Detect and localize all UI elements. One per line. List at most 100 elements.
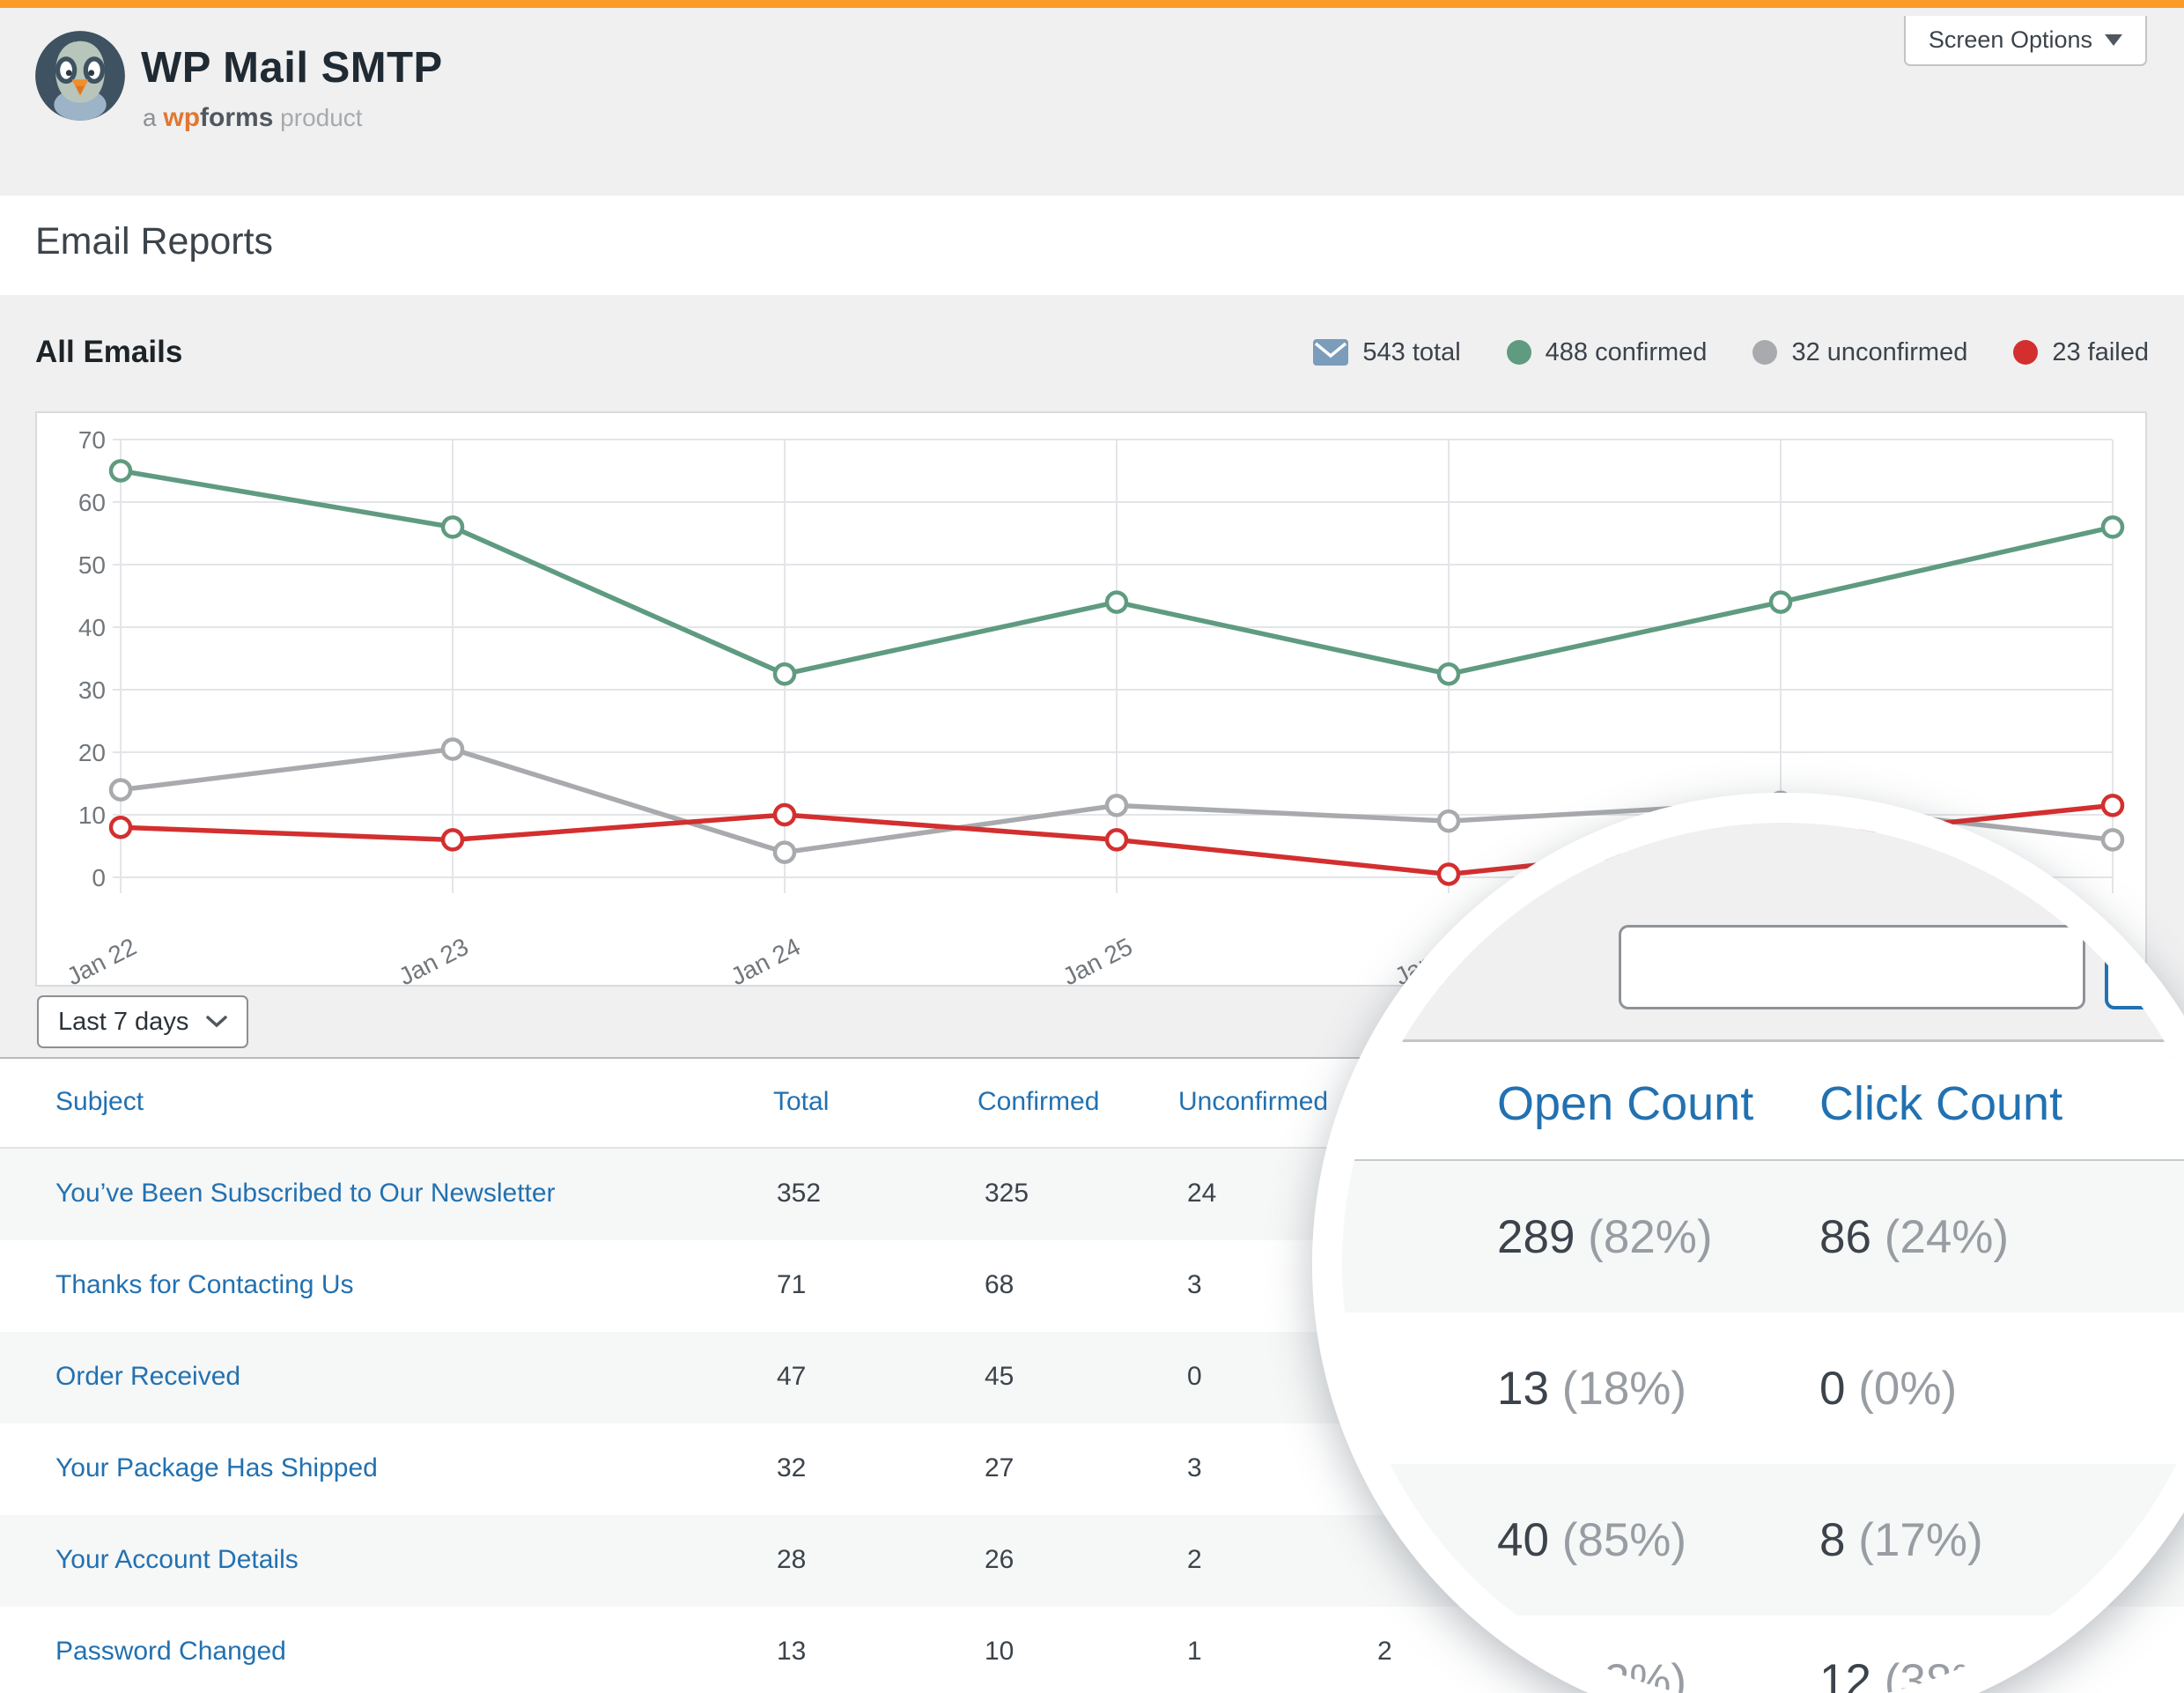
svg-text:60: 60: [78, 489, 106, 516]
svg-text:10: 10: [78, 802, 106, 829]
section-title: All Emails: [35, 335, 182, 370]
column-header-total[interactable]: Total: [773, 1087, 829, 1117]
unconfirmed-cell: 2: [1187, 1545, 1202, 1575]
email-subject-link[interactable]: Your Package Has Shipped: [55, 1453, 378, 1483]
app-title: WP Mail SMTP: [141, 43, 443, 92]
confirmed-cell: 27: [985, 1453, 1014, 1483]
click-count-percent: (17%): [1858, 1514, 1982, 1566]
svg-text:50: 50: [78, 551, 106, 579]
chevron-down-icon: [206, 1016, 227, 1028]
svg-text:Jan 25: Jan 25: [1059, 933, 1137, 985]
tagline-wp: wp: [163, 103, 200, 132]
column-header-unconfirmed[interactable]: Unconfirmed: [1178, 1087, 1328, 1117]
legend-label-unconfirmed: 32 unconfirmed: [1791, 338, 1967, 367]
brand-tagline: a wpforms product: [143, 103, 363, 133]
open-count-cell: 40 (85%): [1497, 1513, 1686, 1567]
lens-row-1: [1312, 1161, 2184, 1312]
date-range-select[interactable]: Last 7 days: [37, 995, 248, 1048]
confirmed-cell: 26: [985, 1545, 1014, 1575]
confirmed-cell: 45: [985, 1362, 1014, 1392]
search-input[interactable]: [1619, 925, 2085, 1009]
click-count-cell: 12 (38%): [1819, 1654, 2009, 1693]
total-cell: 352: [777, 1179, 821, 1209]
click-count-value: 86: [1819, 1211, 1871, 1263]
open-count-value: 20: [1497, 1655, 1549, 1693]
app-header: WP Mail SMTP a wpforms product Screen Op…: [0, 8, 2184, 196]
total-cell: 28: [777, 1545, 806, 1575]
total-cell: 32: [777, 1453, 806, 1483]
search-button[interactable]: [2105, 870, 2184, 1009]
column-header-confirmed[interactable]: Confirmed: [978, 1087, 1099, 1117]
legend-label-total: 543 total: [1362, 338, 1460, 367]
svg-text:Jan 24: Jan 24: [727, 933, 805, 985]
legend-item-unconfirmed: 32 unconfirmed: [1752, 338, 1967, 367]
open-count-value: 13: [1497, 1363, 1549, 1415]
unconfirmed-cell: 3: [1187, 1453, 1202, 1483]
email-subject-link[interactable]: Order Received: [55, 1362, 240, 1392]
svg-text:30: 30: [78, 676, 106, 704]
click-count-value: 8: [1819, 1514, 1845, 1566]
lens-row-2: [1312, 1312, 2184, 1464]
tagline-forms: forms: [200, 103, 273, 132]
open-count-cell: 13 (18%): [1497, 1362, 1686, 1416]
unconfirmed-cell: 0: [1187, 1362, 1202, 1392]
email-subject-link[interactable]: Your Account Details: [55, 1545, 299, 1575]
lens-magnified-content: Open Count Click Count 289 (82%) 86 (24%…: [1312, 793, 2184, 1693]
confirmed-cell: 10: [985, 1637, 1014, 1667]
column-header-subject[interactable]: Subject: [55, 1087, 144, 1117]
unconfirmed-cell: 24: [1187, 1179, 1216, 1209]
legend-item-total: 543 total: [1313, 338, 1460, 367]
email-subject-link[interactable]: You’ve Been Subscribed to Our Newsletter: [55, 1179, 556, 1209]
email-subject-link[interactable]: Password Changed: [55, 1637, 286, 1667]
lens-row-3: [1312, 1464, 2184, 1615]
envelope-icon: [1313, 339, 1348, 366]
open-count-cell: 289 (82%): [1497, 1210, 1713, 1264]
open-count-value: 40: [1497, 1514, 1549, 1566]
unconfirmed-cell: 3: [1187, 1270, 1202, 1300]
svg-text:0: 0: [92, 864, 106, 891]
open-count-percent: (85%): [1562, 1514, 1686, 1566]
legend-item-confirmed: 488 confirmed: [1507, 338, 1708, 367]
email-subject-link[interactable]: Thanks for Contacting Us: [55, 1270, 353, 1300]
page-title: Email Reports: [35, 220, 273, 263]
svg-text:40: 40: [78, 614, 106, 641]
unconfirmed-cell: 1: [1187, 1637, 1202, 1667]
total-cell: 13: [777, 1637, 806, 1667]
svg-text:70: 70: [78, 426, 106, 454]
click-count-percent: (0%): [1858, 1363, 1957, 1415]
page-title-band: Email Reports: [0, 196, 2184, 295]
failed-dot-icon: [2013, 340, 2038, 365]
click-count-cell: 0 (0%): [1819, 1362, 1957, 1416]
column-header-click-count[interactable]: Click Count: [1819, 1076, 2062, 1131]
screen-options-label: Screen Options: [1929, 26, 2092, 54]
total-cell: 47: [777, 1362, 806, 1392]
svg-text:Jan 23: Jan 23: [395, 933, 473, 985]
top-accent-bar: [0, 0, 2184, 8]
email-reports-page: WP Mail SMTP a wpforms product Screen Op…: [0, 0, 2184, 1693]
svg-text:20: 20: [78, 739, 106, 766]
total-cell: 71: [777, 1270, 806, 1300]
column-header-open-count[interactable]: Open Count: [1497, 1076, 1753, 1131]
screen-options-button[interactable]: Screen Options: [1904, 16, 2147, 66]
open-count-value: 289: [1497, 1211, 1575, 1263]
confirmed-cell: 68: [985, 1270, 1014, 1300]
open-count-cell: 20 (62%): [1497, 1654, 1686, 1693]
click-count-value: 12: [1819, 1655, 1871, 1693]
click-count-cell: 8 (17%): [1819, 1513, 1983, 1567]
confirmed-dot-icon: [1507, 340, 1531, 365]
click-count-percent: (24%): [1885, 1211, 2009, 1263]
magnifier-lens-overlay: Open Count Click Count 289 (82%) 86 (24%…: [1312, 793, 2184, 1693]
lens-row-4: [1312, 1615, 2184, 1693]
legend-item-failed: 23 failed: [2013, 338, 2149, 367]
wp-mail-smtp-pigeon-logo-icon: [33, 29, 127, 122]
lens-table-top-border: [1312, 1039, 2184, 1042]
chart-legend: 543 total 488 confirmed 32 unconfirmed 2…: [1313, 333, 2149, 372]
legend-label-failed: 23 failed: [2052, 338, 2149, 367]
date-range-value: Last 7 days: [58, 1008, 188, 1037]
click-count-percent: (38%): [1885, 1655, 2009, 1693]
open-count-percent: (62%): [1562, 1655, 1686, 1693]
unconfirmed-dot-icon: [1752, 340, 1777, 365]
caret-down-icon: [2105, 34, 2122, 46]
click-count-value: 0: [1819, 1363, 1845, 1415]
tagline-product: product: [280, 104, 362, 131]
